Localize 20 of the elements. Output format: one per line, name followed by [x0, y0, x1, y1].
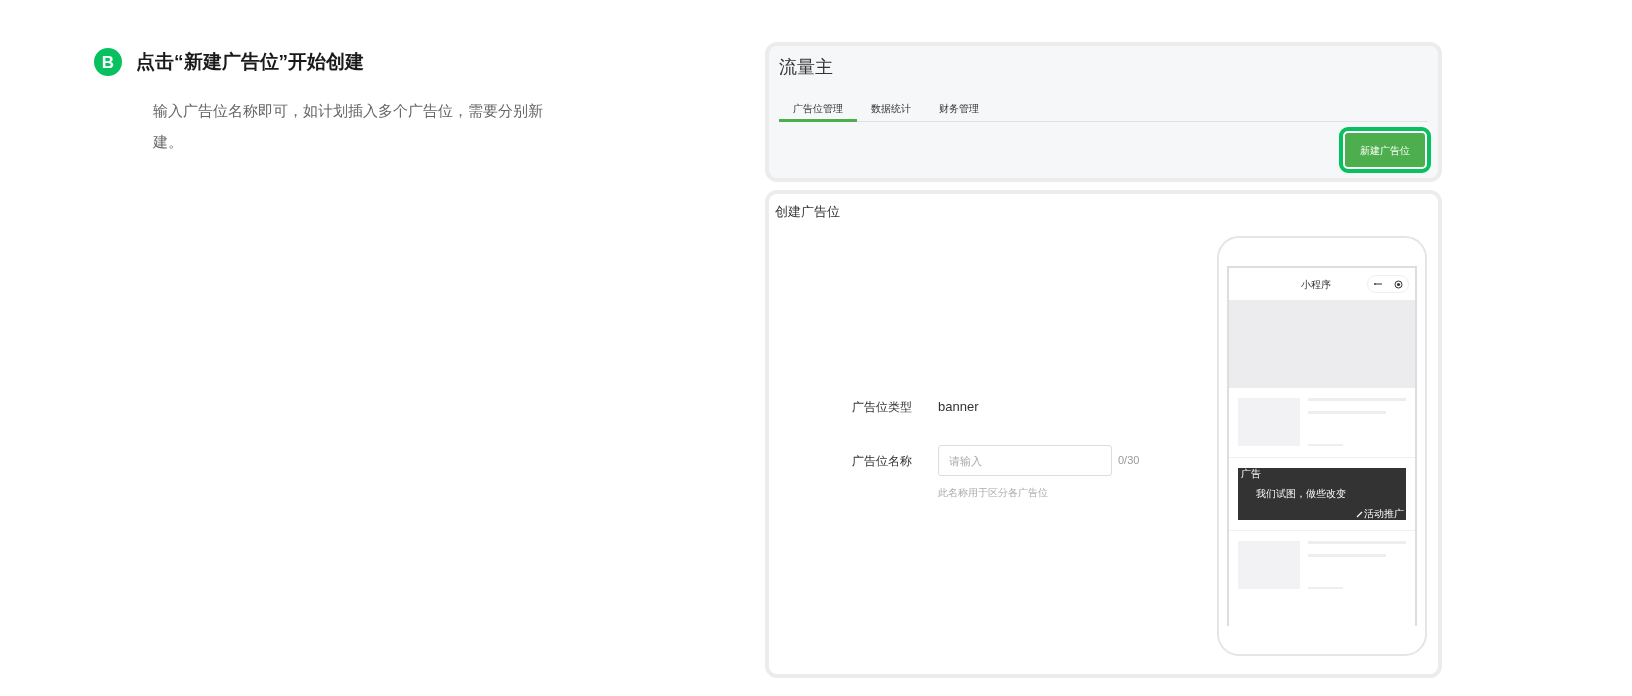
- ad-slogan: 我们试图，做些改变: [1256, 487, 1346, 501]
- tab[interactable]: 广告位管理: [779, 98, 857, 122]
- step-description: 输入广告位名称即可，如计划插入多个广告位，需要分别新建。: [153, 100, 544, 152]
- ad-link[interactable]: 活动推广: [1364, 508, 1404, 520]
- ad-tag: 广告: [1241, 468, 1261, 480]
- link-icon: [1356, 510, 1363, 518]
- field-label: 广告位名称: [852, 452, 913, 470]
- field-label: 广告位类型: [852, 398, 913, 416]
- tab[interactable]: 数据统计: [857, 98, 925, 122]
- panel-title: 创建广告位: [775, 203, 840, 221]
- nav-title: 小程序: [1301, 277, 1331, 292]
- tab[interactable]: 财务管理: [925, 98, 993, 122]
- step-badge: B: [94, 48, 122, 77]
- field-hint: 此名称用于区分各广告位: [938, 486, 1048, 500]
- app-title: 流量主: [779, 56, 834, 79]
- name-input-field[interactable]: 请输入: [938, 445, 1112, 476]
- character-counter: 0/30: [1118, 453, 1140, 469]
- capsule-menu-icon[interactable]: [1367, 275, 1409, 293]
- step-title: 点击“新建广告位”开始创建: [136, 50, 364, 74]
- type-value: banner: [938, 398, 979, 416]
